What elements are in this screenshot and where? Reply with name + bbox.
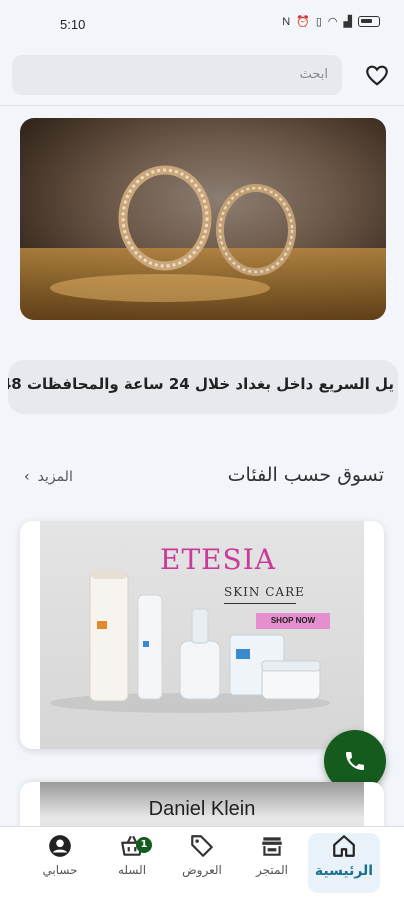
vibrate-icon: ▯: [315, 16, 322, 28]
nfc-icon: N: [282, 15, 291, 28]
cart-count-badge: 1: [136, 837, 152, 853]
nav-label-store: المتجر: [256, 863, 288, 877]
nav-account[interactable]: حسابي: [24, 833, 96, 893]
more-label: المزيد: [37, 469, 73, 485]
more-categories-link[interactable]: ‹ المزيد: [24, 469, 73, 485]
nav-label-home: الرئيسية: [314, 863, 374, 879]
top-header: ابحث: [0, 44, 404, 106]
nav-home[interactable]: الرئيسية: [308, 833, 380, 893]
ticker-text: يل السريع داخل بغداد خلال 24 ساعة والمحا…: [8, 375, 394, 393]
delivery-info-ticker: يل السريع داخل بغداد خلال 24 ساعة والمحا…: [8, 360, 398, 414]
nav-label-offers: العروض: [182, 863, 222, 877]
section-title-categories: تسوق حسب الفئات: [227, 464, 384, 486]
battery-icon: [358, 16, 380, 27]
category-card-etesia[interactable]: ETESIA SKIN CARE SHOP NOW: [20, 521, 384, 749]
nav-cart[interactable]: 1 السله: [96, 833, 168, 893]
chevron-left-icon: ‹: [24, 469, 30, 485]
phone-icon: [346, 752, 364, 770]
nav-label-account: حسابي: [42, 863, 78, 877]
wifi-icon: ◠: [327, 16, 338, 28]
skincare-products-image: [50, 569, 330, 713]
status-time: 5:10: [60, 17, 86, 32]
rings-image: [20, 118, 386, 320]
favorites-heart-icon[interactable]: [364, 62, 390, 88]
home-icon: [333, 835, 355, 857]
signal-icon: ▟: [343, 16, 352, 28]
brand-title: Daniel Klein: [148, 798, 256, 820]
nav-label-cart: السله: [117, 863, 147, 877]
hero-banner-rings[interactable]: [20, 118, 386, 320]
store-icon: [262, 837, 282, 856]
bottom-navigation: الرئيسية المتجر العروض 1 السله حسابي: [0, 826, 404, 900]
search-placeholder: ابحث: [299, 67, 328, 82]
status-bar: 5:10 N ⏰ ▯ ◠ ▟: [0, 0, 404, 44]
alarm-icon: ⏰: [296, 16, 310, 28]
account-icon: [49, 835, 71, 857]
status-icons: N ⏰ ▯ ◠ ▟: [282, 15, 380, 28]
etesia-banner: ETESIA SKIN CARE SHOP NOW: [40, 521, 364, 749]
nav-offers[interactable]: العروض: [166, 833, 238, 893]
search-input[interactable]: ابحث: [12, 55, 342, 95]
tag-icon: [191, 835, 213, 857]
nav-store[interactable]: المتجر: [236, 833, 308, 893]
